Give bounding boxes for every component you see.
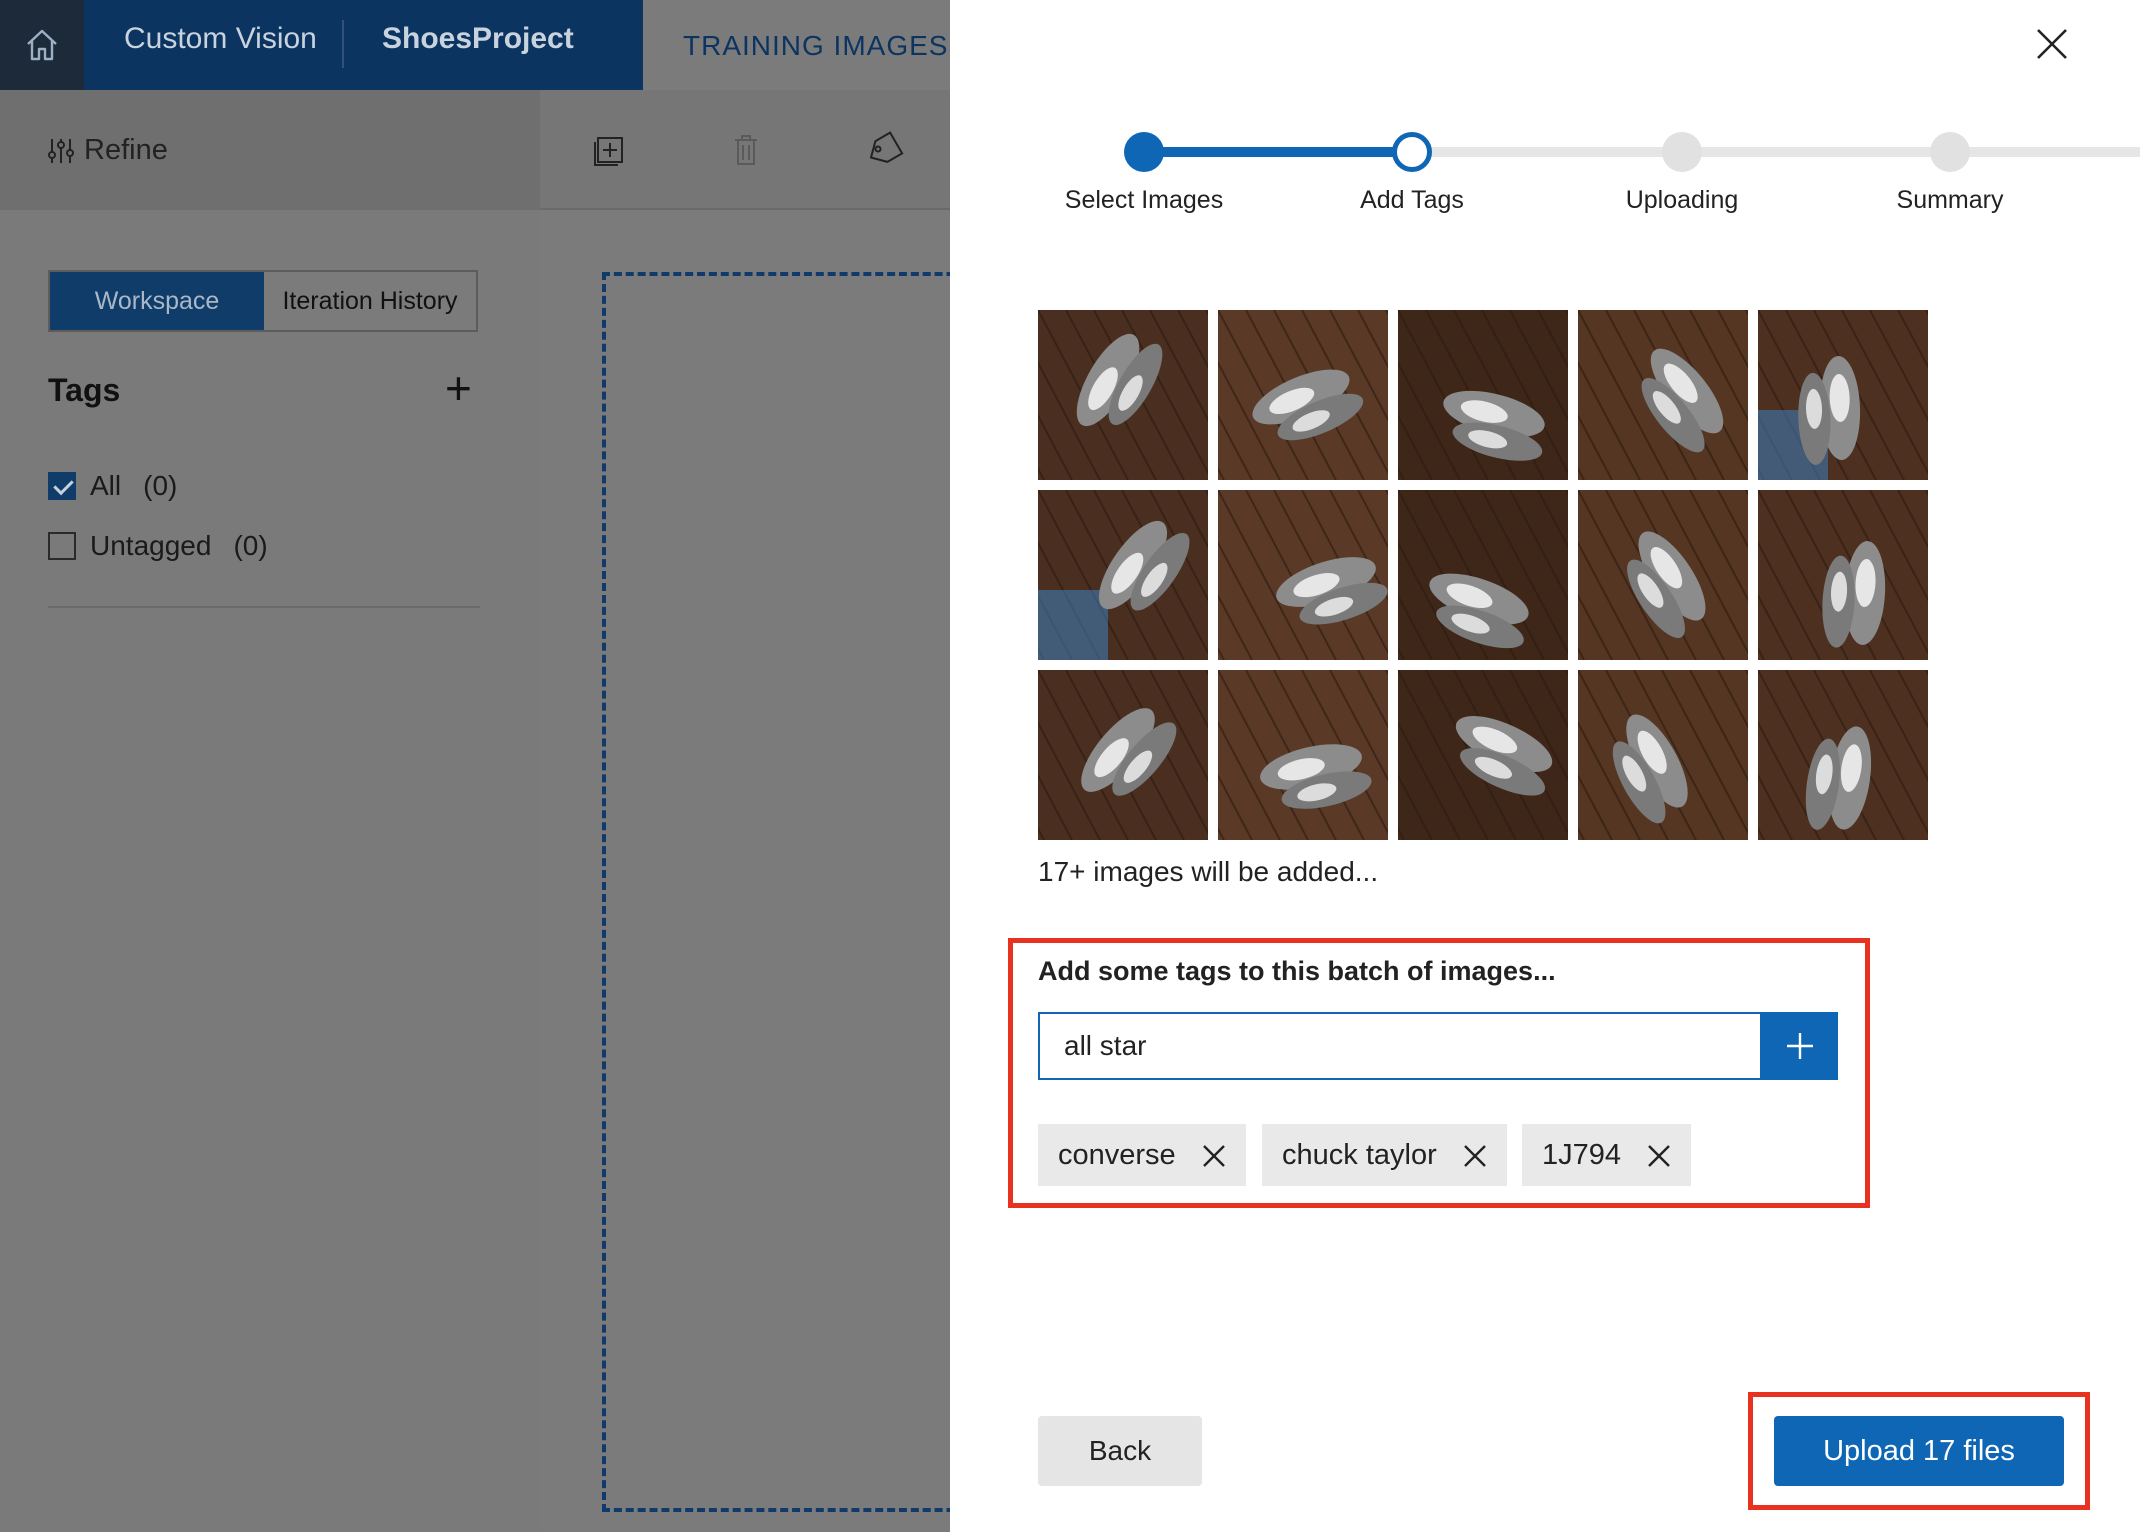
tag-chip-chuck-taylor: chuck taylor xyxy=(1262,1124,1507,1186)
add-tag-button[interactable] xyxy=(1762,1012,1838,1080)
filter-sliders-icon xyxy=(48,138,74,163)
stepper-track-completed xyxy=(1140,147,1412,157)
filter-all[interactable]: All (0) xyxy=(48,470,177,502)
add-images-button[interactable] xyxy=(590,130,630,170)
breadcrumb-project-name[interactable]: ShoesProject xyxy=(382,22,574,56)
refine-button[interactable]: Refine xyxy=(46,134,168,167)
image-thumbnail xyxy=(1038,490,1208,660)
image-thumbnail xyxy=(1578,490,1748,660)
breadcrumb-separator xyxy=(342,20,344,68)
tag-input[interactable] xyxy=(1038,1012,1762,1080)
filter-all-count: (0) xyxy=(143,470,178,501)
shoe-photo-image xyxy=(1758,490,1928,660)
iteration-history-toggle-button[interactable]: Iteration History xyxy=(264,272,476,330)
image-thumbnail xyxy=(1038,670,1208,840)
view-toggle: Workspace Iteration History xyxy=(48,270,478,332)
step-label-uploading: Uploading xyxy=(1625,186,1739,214)
home-icon xyxy=(27,29,57,61)
progress-stepper: Select Images Add Tags Uploading Summary xyxy=(950,0,2140,240)
image-thumbnail xyxy=(1398,670,1568,840)
add-images-icon xyxy=(594,137,623,166)
step-dot-uploading xyxy=(1662,132,1702,172)
home-button[interactable] xyxy=(0,0,84,90)
shoe-photo-image xyxy=(1578,490,1748,660)
refine-label: Refine xyxy=(84,134,168,166)
filter-untagged-label: Untagged xyxy=(90,530,212,561)
tags-heading: Tags xyxy=(48,372,121,408)
shoe-photo-image xyxy=(1218,310,1388,480)
shoe-photo-image xyxy=(1398,490,1568,660)
shoe-photo-image xyxy=(1398,310,1568,480)
plus-icon xyxy=(1787,1033,1813,1059)
back-button[interactable]: Back xyxy=(1038,1416,1202,1486)
image-thumbnail xyxy=(1758,490,1928,660)
checkbox-checked-icon[interactable] xyxy=(48,472,76,500)
image-thumbnail xyxy=(1578,670,1748,840)
tab-training-images[interactable]: TRAINING IMAGES xyxy=(643,0,953,90)
tab-training-images-label: TRAINING IMAGES xyxy=(683,30,949,61)
step-dot-add-tags xyxy=(1392,132,1432,172)
shoe-photo-image xyxy=(1758,670,1928,840)
shoe-photo-image xyxy=(1218,670,1388,840)
delete-button[interactable] xyxy=(726,130,766,170)
shoe-photo-image xyxy=(1398,670,1568,840)
image-thumbnail xyxy=(1218,310,1388,480)
upload-files-button[interactable]: Upload 17 files xyxy=(1774,1416,2064,1486)
image-thumbnail-grid xyxy=(1038,310,1928,840)
filter-untagged[interactable]: Untagged (0) xyxy=(48,530,268,562)
image-thumbnail xyxy=(1038,310,1208,480)
tag-chip-label: chuck taylor xyxy=(1282,1138,1437,1171)
add-tag-plus-icon[interactable]: + xyxy=(445,365,472,411)
tag-icon xyxy=(869,131,904,163)
images-count-note: 17+ images will be added... xyxy=(1038,856,1379,887)
tag-chip-converse: converse xyxy=(1038,1124,1246,1186)
image-thumbnail xyxy=(1398,490,1568,660)
step-label-select-images: Select Images xyxy=(1064,186,1224,214)
tag-images-button[interactable] xyxy=(864,130,904,170)
tag-chip-1j794: 1J794 xyxy=(1522,1124,1692,1186)
shoe-photo-image xyxy=(1038,670,1208,840)
shoe-photo-image xyxy=(1578,670,1748,840)
image-drop-zone[interactable] xyxy=(602,272,1002,1512)
image-thumbnail xyxy=(1218,670,1388,840)
workspace-toggle-button[interactable]: Workspace xyxy=(50,272,264,330)
tag-section-title: Add some tags to this batch of images... xyxy=(1038,956,1556,986)
remove-tag-close-icon[interactable] xyxy=(1463,1143,1487,1167)
shoe-photo-image xyxy=(1218,490,1388,660)
tag-chip-label: 1J794 xyxy=(1542,1138,1622,1171)
sidebar-divider xyxy=(48,606,480,608)
add-images-dialog: Select Images Add Tags Uploading Summary… xyxy=(950,0,2140,1532)
shoe-photo-image xyxy=(1038,310,1208,480)
remove-tag-close-icon[interactable] xyxy=(1647,1143,1671,1167)
remove-tag-close-icon[interactable] xyxy=(1202,1143,1226,1167)
shoe-photo-image xyxy=(1578,310,1748,480)
image-thumbnail xyxy=(1758,310,1928,480)
step-dot-select-images xyxy=(1124,132,1164,172)
stepper-track-remaining xyxy=(1412,147,2140,157)
trash-icon xyxy=(735,135,757,165)
image-thumbnail xyxy=(1398,310,1568,480)
image-thumbnail xyxy=(1218,490,1388,660)
tag-chip-label: converse xyxy=(1058,1138,1176,1171)
breadcrumb-app-name[interactable]: Custom Vision xyxy=(124,22,317,56)
step-label-summary: Summary xyxy=(1896,186,2004,214)
image-thumbnail xyxy=(1578,310,1748,480)
shoe-photo-image xyxy=(1758,310,1928,480)
step-label-add-tags: Add Tags xyxy=(1360,186,1464,214)
filter-all-label: All xyxy=(90,470,122,501)
image-thumbnail xyxy=(1758,670,1928,840)
shoe-photo-image xyxy=(1038,490,1208,660)
step-dot-summary xyxy=(1930,132,1970,172)
filter-untagged-count: (0) xyxy=(233,530,268,561)
checkbox-unchecked-icon[interactable] xyxy=(48,532,76,560)
